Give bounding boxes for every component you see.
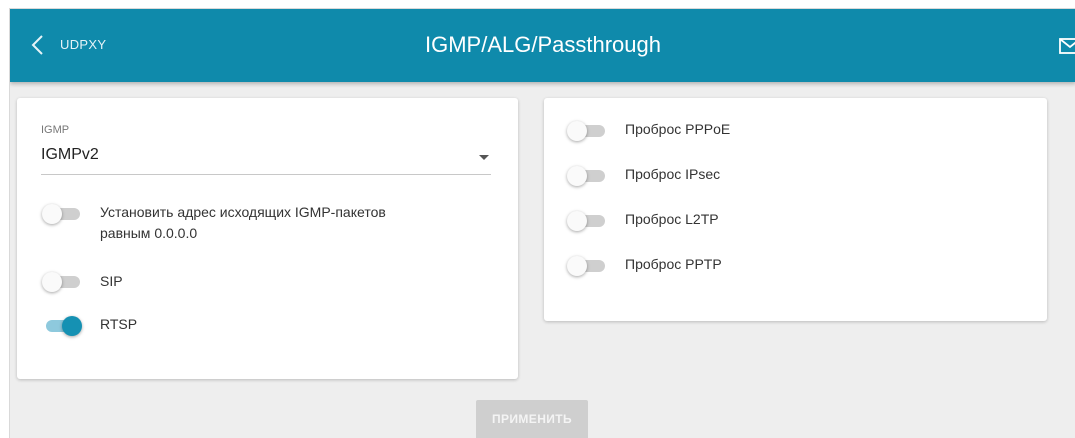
dropdown-arrow-icon <box>479 155 489 160</box>
toggle-knob <box>42 272 62 292</box>
sip-label: SIP <box>100 273 123 289</box>
rtsp-label: RTSP <box>100 316 138 332</box>
app-frame: UDPXY IGMP/ALG/Passthrough IGMP IGMPv2 У… <box>9 8 1075 438</box>
igmp-version-value: IGMPv2 <box>41 146 99 163</box>
ipsec-passthrough-label: Проброс IPsec <box>625 166 721 182</box>
pptp-passthrough-label: Проброс PPTP <box>625 256 722 272</box>
igmp-zero-address-label: Установить адрес исходящих IGMP-пакетов … <box>100 204 386 241</box>
toggle-igmp-zero-address[interactable] <box>42 203 82 225</box>
header-bar: UDPXY IGMP/ALG/Passthrough <box>10 9 1075 82</box>
toggle-knob <box>42 204 62 224</box>
toggle-knob <box>567 211 587 231</box>
toggle-pptp-passthrough[interactable] <box>567 255 607 277</box>
toggle-rtsp[interactable] <box>42 315 82 337</box>
toggle-knob <box>567 121 587 141</box>
toggle-knob <box>62 316 82 336</box>
l2tp-passthrough-label: Проброс L2TP <box>625 211 719 227</box>
igmp-version-select[interactable]: IGMPv2 <box>41 142 491 175</box>
toggle-ipsec-passthrough[interactable] <box>567 165 607 187</box>
igmp-alg-card: IGMP IGMPv2 Установить адрес исходящих I… <box>17 98 518 379</box>
toggle-l2tp-passthrough[interactable] <box>567 210 607 232</box>
apply-button[interactable]: ПРИМЕНИТЬ <box>476 400 588 438</box>
pppoe-passthrough-label: Проброс PPPoE <box>625 121 731 137</box>
toggle-knob <box>567 166 587 186</box>
toggle-pppoe-passthrough[interactable] <box>567 120 607 142</box>
mail-icon[interactable] <box>1059 37 1075 55</box>
toggle-knob <box>567 256 587 276</box>
igmp-field-label: IGMP <box>41 124 70 136</box>
passthrough-card: Проброс PPPoE Проброс IPsec Проброс L2TP… <box>544 98 1047 321</box>
toggle-sip[interactable] <box>42 271 82 293</box>
page-title: IGMP/ALG/Passthrough <box>425 32 661 57</box>
